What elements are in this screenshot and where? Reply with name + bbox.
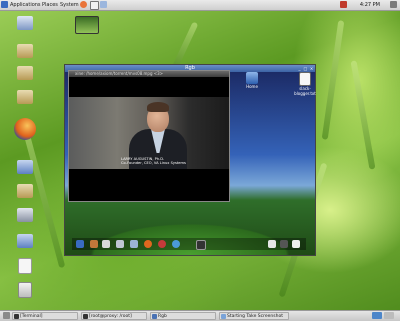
inner-desktop-icon-file[interactable]: slack-blogger.txt	[289, 72, 321, 96]
taskbar-item-terminal[interactable]: [Terminal]	[12, 312, 78, 320]
close-icon[interactable]: ×	[309, 66, 314, 71]
desktop-icon-document[interactable]	[10, 258, 40, 274]
home-folder-icon	[246, 72, 258, 84]
mail-launcher-icon[interactable]	[90, 1, 99, 10]
desktop-icon-folder[interactable]	[10, 66, 40, 80]
volume-icon[interactable]	[340, 1, 347, 8]
taskbar-item-label: Rgb	[158, 314, 167, 319]
taskbar-item-label: [root@proxy: /root]	[89, 314, 132, 319]
image-thumbnail-icon	[75, 16, 99, 34]
menu-places[interactable]: Places	[42, 1, 58, 9]
maximize-icon[interactable]: □	[303, 66, 308, 71]
video-lower-third: LARRY AUGUSTIN, Ph.D. Co-Founder, CEO, V…	[121, 157, 211, 165]
bottom-panel: [Terminal] [root@proxy: /root] Rgb Start…	[0, 310, 400, 321]
inner-desktop-icon-label: Home	[246, 84, 258, 89]
document-icon	[18, 258, 32, 274]
firefox-launcher-icon[interactable]	[80, 1, 87, 8]
window-icon	[152, 314, 157, 319]
desktop-icon-firefox[interactable]	[10, 118, 40, 140]
firefox-icon	[14, 118, 36, 140]
desktop-icon-folder[interactable]	[10, 90, 40, 104]
panel-clock[interactable]: 4:27 PM	[360, 1, 380, 9]
dock-printer-icon[interactable]	[280, 240, 288, 248]
dock-trash-icon[interactable]	[292, 240, 300, 248]
desktop-icon-folder[interactable]	[10, 160, 40, 174]
taskbar-item-screenshot[interactable]: Starting Take Screenshot	[219, 312, 289, 320]
video-person-hair	[147, 102, 169, 112]
text-file-icon	[299, 72, 311, 86]
desktop-icon-folder[interactable]	[10, 184, 40, 198]
folder-icon	[17, 66, 33, 80]
inner-desktop-icon-home[interactable]: Home	[239, 72, 265, 89]
nested-dock	[72, 238, 306, 250]
taskbar-item-rgb[interactable]: Rgb	[150, 312, 216, 320]
workspace-switcher[interactable]	[372, 312, 382, 319]
dock-media-icon[interactable]	[158, 240, 166, 248]
menu-system[interactable]: System	[60, 1, 79, 9]
terminal-icon	[83, 314, 88, 319]
dock-mail-icon[interactable]	[130, 240, 138, 248]
foot-icon[interactable]	[1, 1, 8, 8]
dock-terminal-icon[interactable]	[196, 240, 206, 250]
dock-settings-icon[interactable]	[102, 240, 110, 248]
video-player-window[interactable]: xine: /home/axiom/torrent/mvs08.mpg <3> …	[68, 70, 230, 202]
folder-icon	[17, 90, 33, 104]
folder-icon	[17, 44, 33, 58]
computer-icon	[17, 16, 33, 30]
dock-firefox-icon[interactable]	[144, 240, 152, 248]
dock-chat-icon[interactable]	[172, 240, 180, 248]
dock-launcher-icon[interactable]	[76, 240, 84, 248]
desktop-icon-folder[interactable]	[10, 44, 40, 58]
folder-icon	[17, 184, 33, 198]
terminal-icon	[14, 314, 19, 319]
show-desktop-icon[interactable]	[3, 312, 10, 319]
taskbar-item-label: Starting Take Screenshot	[227, 314, 283, 319]
taskbar-item-label: [Terminal]	[20, 314, 43, 319]
folder-icon	[17, 160, 33, 174]
help-launcher-icon[interactable]	[100, 1, 107, 8]
camera-icon	[221, 314, 226, 319]
desktop-icon-network[interactable]	[10, 234, 40, 248]
logout-icon[interactable]	[390, 1, 397, 8]
minimize-icon[interactable]: _	[297, 66, 302, 71]
monitor-icon	[17, 208, 33, 222]
taskbar-item-root-terminal[interactable]: [root@proxy: /root]	[81, 312, 147, 320]
grass-blade	[350, 60, 376, 170]
dock-home-icon[interactable]	[90, 240, 98, 248]
menu-applications[interactable]: Applications	[10, 1, 41, 9]
grass-blade	[321, 20, 345, 140]
desktop-icon-screenshot[interactable]	[72, 16, 102, 34]
workspace-switcher[interactable]	[384, 312, 394, 319]
desktop-icon-computer[interactable]	[10, 208, 40, 222]
inner-desktop-icon-label: slack-blogger.txt	[294, 86, 316, 96]
desktop-icon-trash[interactable]	[10, 282, 40, 298]
dock-monitor-icon[interactable]	[116, 240, 124, 248]
video-frame[interactable]: LARRY AUGUSTIN, Ph.D. Co-Founder, CEO, V…	[69, 97, 229, 169]
dock-notes-icon[interactable]	[268, 240, 276, 248]
desktop-icon-computer[interactable]	[10, 16, 40, 31]
video-window-title[interactable]: xine: /home/axiom/torrent/mvs08.mpg <3>	[69, 71, 229, 77]
network-icon	[17, 234, 33, 248]
lower-third-role: Co-Founder, CEO, VA Linux Systems	[121, 161, 186, 165]
trash-icon	[18, 282, 32, 298]
top-panel: Applications Places System 4:27 PM	[0, 0, 400, 11]
